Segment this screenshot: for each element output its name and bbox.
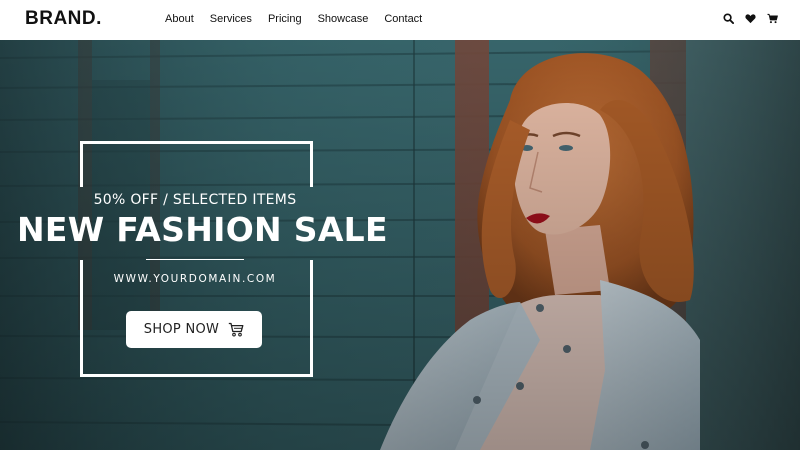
- brand-logo[interactable]: BRAND.: [25, 8, 102, 30]
- hero-frame-top: [80, 141, 313, 144]
- nav-link-contact[interactable]: Contact: [384, 13, 422, 25]
- cart-icon: [229, 322, 244, 337]
- shop-now-button[interactable]: SHOP NOW: [126, 311, 262, 348]
- top-navbar: BRAND. About Services Pricing Showcase C…: [0, 0, 800, 40]
- hero-domain-text: WWW.YOURDOMAIN.COM: [113, 273, 277, 285]
- hero-frame-right-upper: [310, 141, 313, 187]
- nav-link-services[interactable]: Services: [210, 13, 252, 25]
- cart-icon[interactable]: [767, 13, 778, 24]
- hero-headline: NEW FASHION SALE: [17, 210, 388, 249]
- hero-frame-bottom: [80, 374, 313, 377]
- shop-now-label: SHOP NOW: [143, 322, 220, 337]
- hero-offer-text: 50% OFF / SELECTED ITEMS: [93, 192, 297, 208]
- header-icon-group: [723, 13, 778, 24]
- main-nav: About Services Pricing Showcase Contact: [165, 13, 422, 25]
- heart-icon[interactable]: [745, 13, 756, 24]
- nav-link-about[interactable]: About: [165, 13, 194, 25]
- hero-divider: [146, 259, 244, 260]
- nav-link-pricing[interactable]: Pricing: [268, 13, 302, 25]
- nav-link-showcase[interactable]: Showcase: [318, 13, 369, 25]
- hero-frame-left-upper: [80, 141, 83, 187]
- search-icon[interactable]: [723, 13, 734, 24]
